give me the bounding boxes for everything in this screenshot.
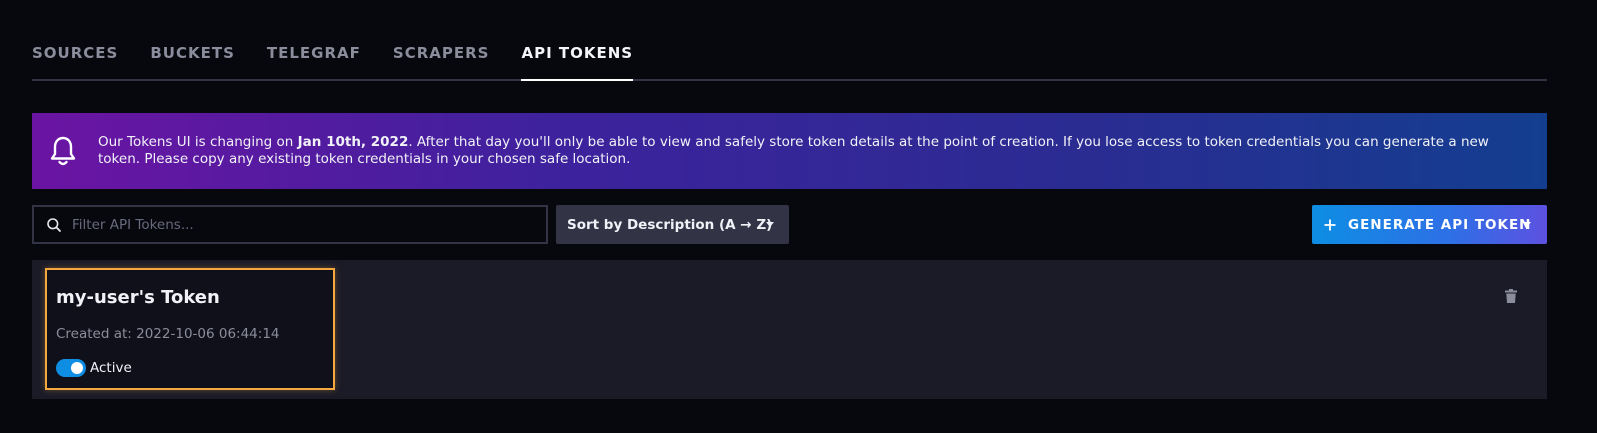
token-status: Active: [56, 359, 132, 377]
caret-down-icon[interactable]: [1523, 222, 1531, 227]
toggle-knob: [71, 362, 83, 374]
notice-banner: Our Tokens UI is changing on Jan 10th, 2…: [32, 113, 1547, 189]
trash-icon[interactable]: [1505, 289, 1517, 303]
plus-icon: [1324, 219, 1336, 230]
filter-tokens-input[interactable]: [72, 216, 546, 233]
generate-api-token-button[interactable]: GENERATE API TOKEN: [1312, 205, 1547, 244]
sort-dropdown-label: Sort by Description (A → Z): [567, 216, 773, 233]
token-created-at: Created at: 2022-10-06 06:44:14: [56, 326, 280, 342]
token-status-label: Active: [90, 360, 132, 376]
notice-date: Jan 10th, 2022: [297, 134, 409, 150]
search-icon: [47, 217, 61, 232]
bell-icon: [50, 136, 76, 166]
tab-sources[interactable]: SOURCES: [32, 36, 118, 79]
token-card[interactable]: my-user's Token Created at: 2022-10-06 0…: [45, 268, 335, 390]
sort-dropdown[interactable]: Sort by Description (A → Z): [556, 205, 789, 244]
filter-tokens-field[interactable]: [32, 205, 548, 244]
token-name[interactable]: my-user's Token: [56, 287, 220, 308]
tab-buckets[interactable]: BUCKETS: [150, 36, 235, 79]
token-list-item: my-user's Token Created at: 2022-10-06 0…: [32, 260, 1547, 399]
tab-bar: SOURCES BUCKETS TELEGRAF SCRAPERS API TO…: [32, 36, 1547, 81]
notice-text: Our Tokens UI is changing on Jan 10th, 2…: [98, 134, 1489, 167]
token-active-toggle[interactable]: [56, 359, 86, 377]
tab-api-tokens[interactable]: API TOKENS: [521, 36, 633, 81]
tab-telegraf[interactable]: TELEGRAF: [267, 36, 361, 79]
generate-api-token-label: GENERATE API TOKEN: [1348, 216, 1532, 233]
tab-scrapers[interactable]: SCRAPERS: [393, 36, 490, 79]
caret-down-icon: [766, 222, 774, 227]
